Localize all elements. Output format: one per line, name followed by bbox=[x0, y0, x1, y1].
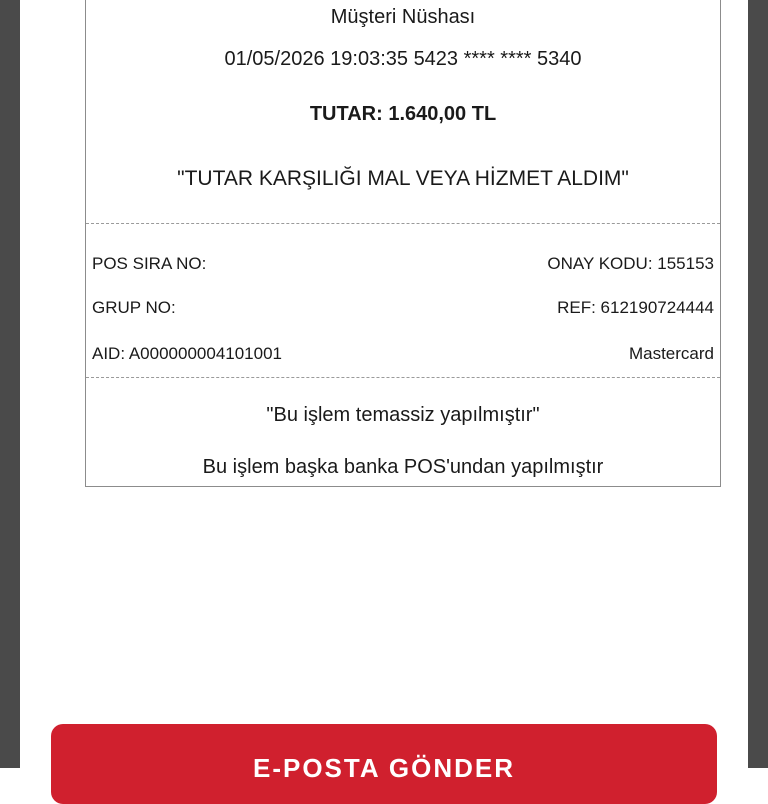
right-backdrop bbox=[748, 0, 768, 768]
receipt-sheet[interactable]: Müşteri Nüshası 01/05/2026 19:03:35 5423… bbox=[20, 0, 748, 768]
ref-number: REF: 612190724444 bbox=[557, 298, 714, 317]
aid-value: AID: A000000004101001 bbox=[92, 344, 283, 363]
customer-copy-label: Müşteri Nüshası bbox=[330, 6, 476, 28]
amount-total: TUTAR: 1.640,00 TL bbox=[309, 103, 497, 125]
send-email-button[interactable]: E-POSTA GÖNDER bbox=[51, 724, 717, 804]
contactless-note: "Bu işlem temassiz yapılmıştır" bbox=[266, 404, 540, 426]
onay-kodu: ONAY KODU: 155153 bbox=[547, 254, 714, 273]
receipt-row-pos-onay: POS SIRA NO: ONAY KODU: 155153 bbox=[92, 254, 714, 274]
receipt-row-grup-ref: GRUP NO: REF: 612190724444 bbox=[92, 298, 714, 318]
receipt-slip: Müşteri Nüshası 01/05/2026 19:03:35 5423… bbox=[85, 0, 721, 487]
dashed-divider bbox=[86, 377, 720, 378]
other-bank-pos-note: Bu işlem başka banka POS'undan yapılmışt… bbox=[202, 456, 604, 478]
dashed-divider bbox=[86, 223, 720, 224]
purchase-declaration: "TUTAR KARŞILIĞI MAL VEYA HİZMET ALDIM" bbox=[177, 167, 629, 190]
left-backdrop bbox=[0, 0, 20, 768]
card-brand: Mastercard bbox=[628, 344, 714, 363]
grup-no-label: GRUP NO: bbox=[92, 298, 176, 317]
pos-sira-no-label: POS SIRA NO: bbox=[92, 254, 207, 273]
receipt-row-aid-brand: AID: A000000004101001 Mastercard bbox=[92, 344, 714, 364]
transaction-datetime-card: 01/05/2026 19:03:35 5423 **** **** 5340 bbox=[224, 48, 582, 70]
